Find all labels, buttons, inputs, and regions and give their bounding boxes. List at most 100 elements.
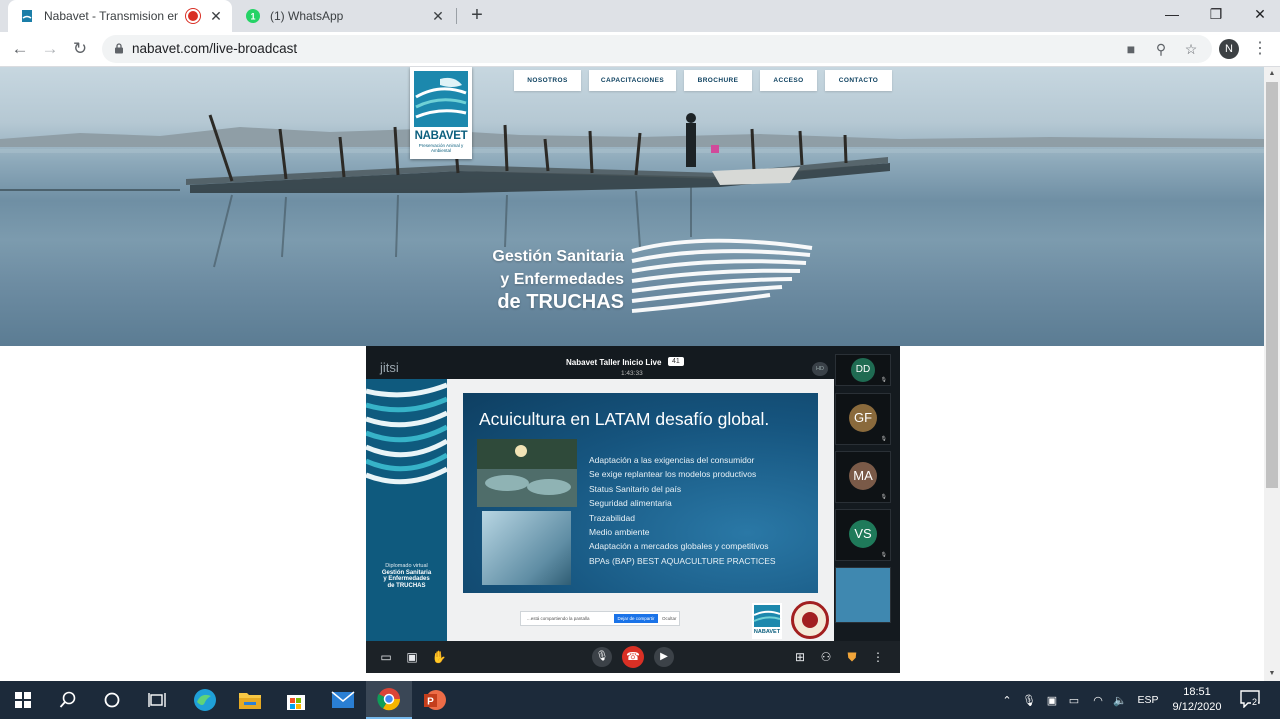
participant-tile[interactable]: GF 🎙 bbox=[835, 393, 891, 445]
battery-icon[interactable]: ▭ bbox=[1064, 681, 1084, 719]
browser-toolbar: ← → ↻ nabavet.com/live-broadcast ■ ⚲ ☆ bbox=[0, 32, 1280, 67]
taskbar-store[interactable] bbox=[273, 681, 319, 719]
system-clock[interactable]: 18:51 9/12/2020 bbox=[1168, 685, 1226, 715]
profile-avatar[interactable]: N bbox=[1219, 39, 1239, 59]
hero-banner: NABAVET Preservación Animal y Ambiental … bbox=[0, 67, 1264, 346]
raise-hand-icon[interactable]: ✋ bbox=[430, 648, 448, 666]
nav-acceso[interactable]: ACCESO bbox=[760, 70, 817, 91]
screen-share-notice: ...está compartiendo la pantalla Dejar d… bbox=[520, 611, 680, 626]
video-quality-badge[interactable]: HD bbox=[812, 362, 828, 376]
lab-workers-photo bbox=[482, 511, 571, 585]
caption-line: de TRUCHAS bbox=[387, 582, 426, 589]
new-tab-button[interactable]: + bbox=[466, 4, 488, 26]
more-options-icon[interactable]: ⋮ bbox=[869, 648, 887, 666]
task-view-icon bbox=[148, 693, 166, 707]
diplomado-caption: Diplomado virtual Gestión Sanitaria y En… bbox=[366, 563, 447, 589]
tab-whatsapp[interactable]: 1 (1) WhatsApp ✕ bbox=[234, 0, 454, 32]
hide-share-button[interactable]: Ocultar bbox=[662, 612, 677, 625]
clock-date: 9/12/2020 bbox=[1172, 701, 1222, 713]
jitsi-logo: jitsi bbox=[380, 360, 399, 375]
footer-logo-name: NABAVET bbox=[753, 629, 781, 635]
minimize-button[interactable]: — bbox=[1150, 0, 1194, 30]
page-scrollbar[interactable]: ▲ ▼ bbox=[1264, 67, 1280, 681]
avatar: GF bbox=[849, 404, 877, 432]
screen-share-tile[interactable] bbox=[835, 567, 891, 623]
chat-icon[interactable]: ▭ bbox=[377, 648, 395, 666]
participant-count-badge[interactable]: 41 bbox=[668, 357, 684, 366]
fish-tanks-photo bbox=[477, 439, 577, 507]
nav-capacitaciones[interactable]: CAPACITACIONES bbox=[589, 70, 676, 91]
search-button[interactable] bbox=[45, 681, 91, 719]
camera-in-use-icon[interactable]: ■ bbox=[1122, 40, 1140, 58]
cortana-icon bbox=[104, 692, 120, 708]
logo-tagline: Preservación Animal y Ambiental bbox=[418, 143, 464, 153]
back-button[interactable]: ← bbox=[9, 38, 31, 60]
microphone-tray-icon[interactable]: 🎙 bbox=[1020, 681, 1038, 719]
close-tab-icon[interactable]: ✕ bbox=[208, 8, 224, 25]
hero-title-line2: y Enfermedades bbox=[500, 271, 624, 288]
logo-name: NABAVET bbox=[414, 130, 468, 142]
bullet-item: Adaptación a las exigencias del consumid… bbox=[589, 455, 755, 465]
nav-brochure[interactable]: BROCHURE bbox=[684, 70, 752, 91]
fish-farm-photo bbox=[0, 113, 1264, 313]
forward-button[interactable]: → bbox=[39, 38, 61, 60]
taskbar-edge[interactable] bbox=[182, 681, 228, 719]
svg-text:P: P bbox=[427, 697, 434, 708]
wifi-icon[interactable]: ◠ bbox=[1088, 681, 1108, 719]
scroll-up-icon[interactable]: ▲ bbox=[1264, 67, 1280, 81]
cortana-button[interactable] bbox=[89, 681, 135, 719]
bullet-item: Status Sanitario del país bbox=[589, 483, 682, 494]
restore-button[interactable]: ❐ bbox=[1194, 0, 1238, 30]
reload-button[interactable]: ↻ bbox=[69, 38, 91, 60]
security-shield-icon[interactable]: ⛊ bbox=[843, 648, 861, 666]
tile-view-icon[interactable]: ⊞ bbox=[791, 648, 809, 666]
network-share-tray-icon[interactable]: ▣ bbox=[1042, 681, 1062, 719]
taskbar-mail[interactable] bbox=[320, 681, 366, 719]
page-viewport: NABAVET Preservación Animal y Ambiental … bbox=[0, 67, 1264, 681]
edge-icon bbox=[194, 689, 216, 711]
hang-up-button[interactable]: ☎ bbox=[622, 646, 644, 668]
chrome-icon bbox=[377, 688, 401, 711]
zoom-icon[interactable]: ⚲ bbox=[1152, 40, 1170, 58]
invite-people-icon[interactable]: ⚇ bbox=[817, 648, 835, 666]
screen-share-icon[interactable]: ▣ bbox=[403, 648, 421, 666]
bullet-item: Medio ambiente bbox=[589, 527, 650, 538]
whatsapp-favicon-icon: 1 bbox=[246, 9, 260, 23]
meeting-title: Nabavet Taller Inicio Live bbox=[566, 358, 662, 367]
participant-tile[interactable]: MA 🎙 bbox=[835, 451, 891, 503]
participant-tile[interactable]: VS 🎙 bbox=[835, 509, 891, 561]
scrollbar-thumb[interactable] bbox=[1266, 82, 1278, 488]
task-view-button[interactable] bbox=[134, 681, 180, 719]
address-bar[interactable]: nabavet.com/live-broadcast ■ ⚲ ☆ bbox=[102, 35, 1212, 63]
notification-center-button[interactable]: 2 bbox=[1240, 690, 1260, 709]
chrome-menu-icon[interactable]: ⋮ bbox=[1252, 38, 1268, 60]
close-window-button[interactable]: ✕ bbox=[1238, 0, 1280, 30]
notification-count: 2 bbox=[1251, 697, 1259, 707]
volume-icon[interactable]: 🔈 bbox=[1110, 681, 1130, 719]
muted-mic-icon: 🎙 bbox=[880, 377, 887, 383]
taskbar-chrome[interactable] bbox=[366, 681, 412, 719]
hero-title-line1: Gestión Sanitaria bbox=[492, 248, 624, 265]
microphone-icon[interactable]: 🎙 bbox=[592, 647, 612, 667]
show-hidden-icons-button[interactable]: ⌃ bbox=[998, 681, 1016, 719]
start-button[interactable] bbox=[0, 681, 46, 719]
stop-sharing-button[interactable]: Dejar de compartir bbox=[614, 614, 658, 623]
nabavet-logo[interactable]: NABAVET Preservación Animal y Ambiental bbox=[410, 67, 472, 159]
close-tab-icon[interactable]: ✕ bbox=[430, 8, 446, 25]
nav-nosotros[interactable]: NOSOTROS bbox=[514, 70, 581, 91]
bookmark-star-icon[interactable]: ☆ bbox=[1182, 40, 1200, 58]
language-indicator[interactable]: ESP bbox=[1134, 681, 1162, 719]
taskbar-file-explorer[interactable] bbox=[227, 681, 273, 719]
taskbar-powerpoint[interactable]: P bbox=[412, 681, 458, 719]
participant-tile[interactable]: DD 🎙 bbox=[835, 354, 891, 386]
avatar: VS bbox=[849, 520, 877, 548]
university-seal-icon bbox=[791, 601, 829, 639]
lock-icon bbox=[115, 43, 123, 54]
tab-nabavet[interactable]: Nabavet - Transmision en Vivo ✕ bbox=[8, 0, 232, 32]
live-video-player[interactable]: jitsi Nabavet Taller Inicio Live 41 1:43… bbox=[366, 346, 900, 673]
scroll-down-icon[interactable]: ▼ bbox=[1264, 667, 1280, 681]
tab-separator bbox=[456, 8, 457, 24]
nav-contacto[interactable]: CONTACTO bbox=[825, 70, 892, 91]
camera-off-icon[interactable]: ▶ bbox=[654, 647, 674, 667]
slide-footer-logo: NABAVET bbox=[752, 603, 782, 639]
